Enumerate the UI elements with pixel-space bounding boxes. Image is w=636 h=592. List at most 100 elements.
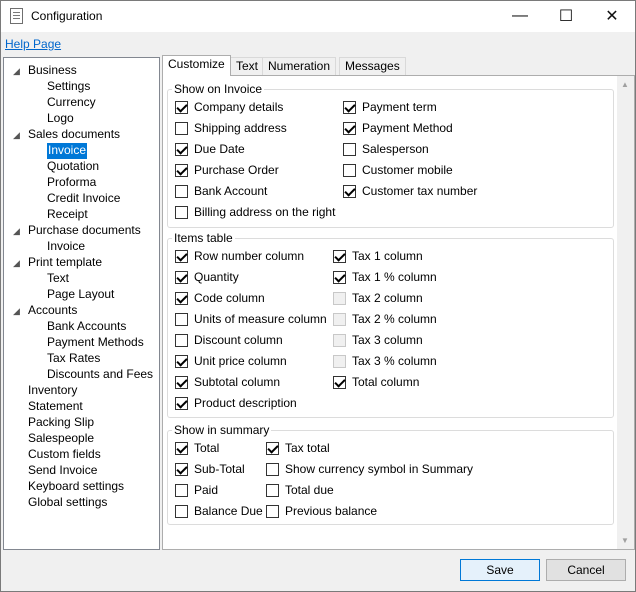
tab-text[interactable]: Text: [230, 57, 265, 76]
checkbox-unchecked-icon[interactable]: [175, 205, 188, 219]
checkbox-billing-address-on-the-right[interactable]: Billing address on the right: [175, 204, 335, 220]
tree-item-accounts[interactable]: Accounts: [28, 303, 77, 319]
checkbox-checked-icon[interactable]: [175, 142, 188, 156]
checkbox-checked-icon[interactable]: [333, 270, 346, 284]
checkbox-show-currency-symbol-in-summary[interactable]: Show currency symbol in Summary: [266, 461, 473, 477]
tree-item-inventory[interactable]: Inventory: [28, 383, 77, 399]
tree-item-receipt[interactable]: Receipt: [47, 207, 88, 223]
checkbox-unit-price-column[interactable]: Unit price column: [175, 353, 287, 369]
tree-item-statement[interactable]: Statement: [28, 399, 83, 415]
checkbox-unchecked-icon[interactable]: [175, 312, 188, 326]
checkbox-checked-icon[interactable]: [266, 441, 279, 455]
checkbox-units-of-measure-column[interactable]: Units of measure column: [175, 311, 327, 327]
tree-item-keyboard-settings[interactable]: Keyboard settings: [28, 479, 124, 495]
checkbox-unchecked-icon[interactable]: [175, 504, 188, 518]
checkbox-customer-tax-number[interactable]: Customer tax number: [343, 183, 477, 199]
checkbox-checked-icon[interactable]: [175, 462, 188, 476]
tree-item-salespeople[interactable]: Salespeople: [28, 431, 94, 447]
tab-customize[interactable]: Customize: [162, 55, 231, 76]
maximize-button[interactable]: ☐: [543, 1, 589, 31]
tree-item-payment-methods[interactable]: Payment Methods: [47, 335, 144, 351]
checkbox-subtotal-column[interactable]: Subtotal column: [175, 374, 280, 390]
checkbox-checked-icon[interactable]: [333, 249, 346, 263]
checkbox-unchecked-icon[interactable]: [175, 184, 188, 198]
expand-arrow-icon[interactable]: ◢: [13, 131, 21, 140]
checkbox-checked-icon[interactable]: [175, 354, 188, 368]
checkbox-salesperson[interactable]: Salesperson: [343, 141, 429, 157]
checkbox-unchecked-icon[interactable]: [175, 121, 188, 135]
checkbox-checked-icon[interactable]: [333, 375, 346, 389]
tree-item-credit-invoice[interactable]: Credit Invoice: [47, 191, 120, 207]
cancel-button[interactable]: Cancel: [546, 559, 626, 581]
checkbox-checked-icon[interactable]: [175, 396, 188, 410]
tree-item-sales-documents[interactable]: Sales documents: [28, 127, 120, 143]
scroll-up-icon[interactable]: ▲: [621, 80, 629, 89]
tree-item-currency[interactable]: Currency: [47, 95, 96, 111]
save-button[interactable]: Save: [460, 559, 540, 581]
checkbox-paid[interactable]: Paid: [175, 482, 218, 498]
checkbox-previous-balance[interactable]: Previous balance: [266, 503, 377, 519]
checkbox-unchecked-icon[interactable]: [266, 504, 279, 518]
tree-item-purchase-documents[interactable]: Purchase documents: [28, 223, 141, 239]
expand-arrow-icon[interactable]: ◢: [13, 259, 21, 268]
checkbox-unchecked-icon[interactable]: [266, 483, 279, 497]
expand-arrow-icon[interactable]: ◢: [13, 307, 21, 316]
tree-item-packing-slip[interactable]: Packing Slip: [28, 415, 94, 431]
tab-messages[interactable]: Messages: [339, 57, 406, 76]
tree-item-invoice[interactable]: Invoice: [47, 239, 85, 255]
checkbox-quantity[interactable]: Quantity: [175, 269, 239, 285]
expand-arrow-icon[interactable]: ◢: [13, 227, 21, 236]
tree-item-bank-accounts[interactable]: Bank Accounts: [47, 319, 126, 335]
tree-item-quotation[interactable]: Quotation: [47, 159, 99, 175]
checkbox-tax-1-column[interactable]: Tax 1 % column: [333, 269, 437, 285]
scroll-down-icon[interactable]: ▼: [621, 536, 629, 545]
checkbox-product-description[interactable]: Product description: [175, 395, 297, 411]
tree-item-tax-rates[interactable]: Tax Rates: [47, 351, 100, 367]
checkbox-discount-column[interactable]: Discount column: [175, 332, 283, 348]
checkbox-unchecked-icon[interactable]: [266, 462, 279, 476]
checkbox-purchase-order[interactable]: Purchase Order: [175, 162, 279, 178]
tree-item-text[interactable]: Text: [47, 271, 69, 287]
tree-item-logo[interactable]: Logo: [47, 111, 74, 127]
checkbox-checked-icon[interactable]: [343, 121, 356, 135]
checkbox-code-column[interactable]: Code column: [175, 290, 265, 306]
checkbox-checked-icon[interactable]: [175, 163, 188, 177]
checkbox-checked-icon[interactable]: [175, 441, 188, 455]
checkbox-total-due[interactable]: Total due: [266, 482, 334, 498]
checkbox-shipping-address[interactable]: Shipping address: [175, 120, 287, 136]
checkbox-payment-term[interactable]: Payment term: [343, 99, 437, 115]
checkbox-checked-icon[interactable]: [175, 249, 188, 263]
checkbox-checked-icon[interactable]: [175, 270, 188, 284]
checkbox-tax-1-column[interactable]: Tax 1 column: [333, 248, 423, 264]
checkbox-checked-icon[interactable]: [175, 100, 188, 114]
tree-item-business[interactable]: Business: [28, 63, 77, 79]
checkbox-tax-total[interactable]: Tax total: [266, 440, 330, 456]
tree-item-invoice[interactable]: Invoice: [47, 143, 88, 159]
checkbox-unchecked-icon[interactable]: [343, 142, 356, 156]
checkbox-checked-icon[interactable]: [175, 291, 188, 305]
checkbox-bank-account[interactable]: Bank Account: [175, 183, 267, 199]
checkbox-due-date[interactable]: Due Date: [175, 141, 245, 157]
tab-numeration[interactable]: Numeration: [262, 57, 337, 76]
checkbox-customer-mobile[interactable]: Customer mobile: [343, 162, 453, 178]
settings-tree[interactable]: ◢ Business Settings Currency Logo ◢ Sales docu…: [3, 57, 160, 550]
checkbox-total-column[interactable]: Total column: [333, 374, 419, 390]
checkbox-total[interactable]: Total: [175, 440, 219, 456]
tree-item-print-template[interactable]: Print template: [28, 255, 102, 271]
tree-item-proforma[interactable]: Proforma: [47, 175, 96, 191]
close-button[interactable]: ✕: [589, 1, 635, 31]
checkbox-sub-total[interactable]: Sub-Total: [175, 461, 245, 477]
minimize-button[interactable]: —: [497, 1, 543, 31]
checkbox-payment-method[interactable]: Payment Method: [343, 120, 453, 136]
checkbox-company-details[interactable]: Company details: [175, 99, 283, 115]
tree-item-page-layout[interactable]: Page Layout: [47, 287, 114, 303]
checkbox-checked-icon[interactable]: [343, 100, 356, 114]
vertical-scrollbar[interactable]: ▲ ▼: [617, 76, 634, 549]
checkbox-unchecked-icon[interactable]: [175, 333, 188, 347]
tree-item-custom-fields[interactable]: Custom fields: [28, 447, 101, 463]
checkbox-unchecked-icon[interactable]: [343, 163, 356, 177]
checkbox-balance-due[interactable]: Balance Due: [175, 503, 263, 519]
tree-item-global-settings[interactable]: Global settings: [28, 495, 107, 511]
checkbox-checked-icon[interactable]: [175, 375, 188, 389]
tree-item-send-invoice[interactable]: Send Invoice: [28, 463, 97, 479]
